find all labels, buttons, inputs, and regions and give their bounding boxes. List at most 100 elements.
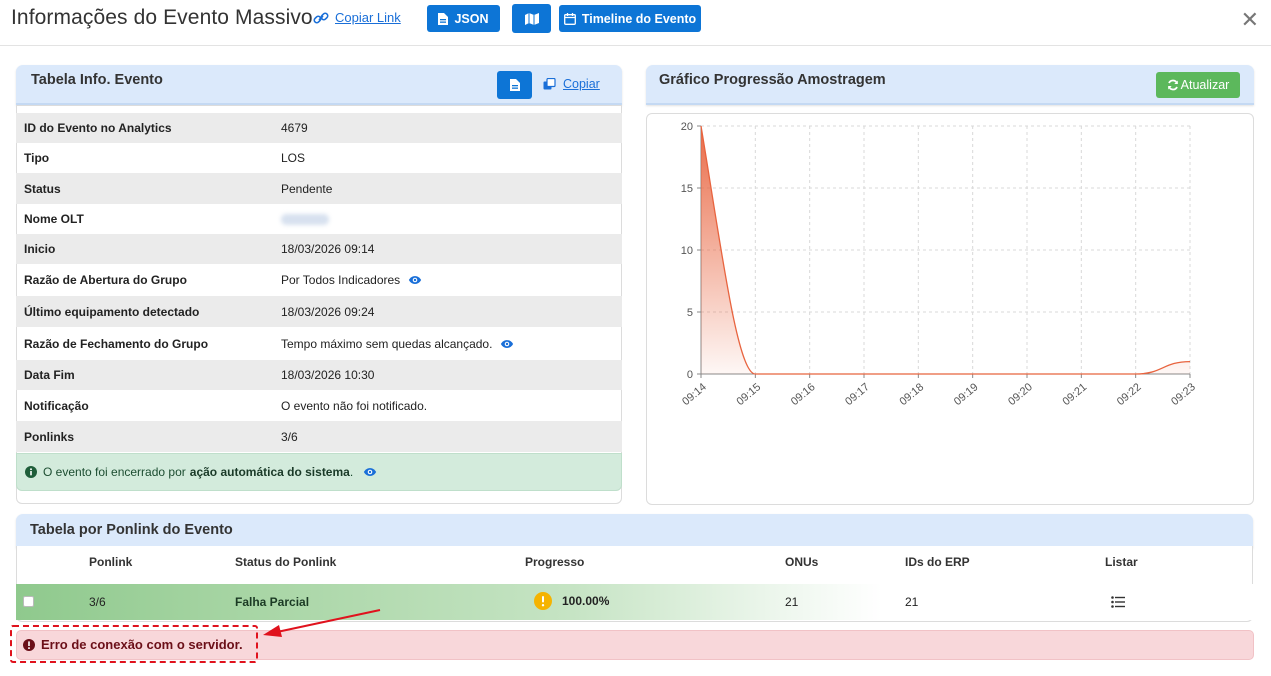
chart-container: 0 5 10 15 20 09:14 09:15 09:16 09:17 09:18 09:19 09… [646,113,1254,505]
copy-table-label: Copiar [563,77,600,91]
y-tick-label: 20 [681,121,693,133]
row-value: 3/6 [281,429,298,444]
refresh-button[interactable]: Atualizar [1156,72,1240,98]
copy-table-button[interactable]: Copiar [543,77,600,91]
row-label: Nome OLT [24,212,84,226]
x-tick-label: 09:22 [1115,381,1144,408]
table-row: Data Fim 18/03/2026 10:30 [16,360,622,390]
x-tick-label: 09:20 [1006,381,1035,408]
table-row: Tipo LOS [16,143,622,173]
column-header-erp-ids[interactable]: IDs do ERP [905,555,970,581]
column-header-onus[interactable]: ONUs [785,555,818,581]
x-tick-label: 09:19 [952,381,981,408]
info-panel-title: Tabela Info. Evento [31,72,163,88]
eye-icon[interactable] [363,465,377,479]
eye-icon[interactable] [500,337,514,351]
progress-chart: 0 5 10 15 20 09:14 09:15 09:16 09:17 09:18 09:19 09… [680,121,1198,408]
ponlink-value: 3/6 [89,595,106,609]
table-row: Nome OLT [16,204,622,234]
export-file-button[interactable] [497,71,532,99]
row-label: Último equipamento detectado [24,304,200,319]
table-row: Último equipamento detectado 18/03/2026 … [16,296,622,327]
table-row: 3/6 Falha Parcial 100.00% 21 21 [16,584,1253,620]
y-tick-label: 5 [687,307,693,319]
row-label: Status [24,181,61,196]
onus-value: 21 [785,595,799,609]
calendar-icon [563,12,576,25]
x-tick-label: 09:14 [680,381,709,408]
page-title: Informações do Evento Massivo [11,6,313,29]
refresh-icon [1167,79,1178,91]
row-value: Por Todos Indicadores [281,273,401,287]
timeline-button[interactable]: Timeline do Evento [559,5,701,32]
chart-panel-title: Gráfico Progressão Amostragem [659,72,886,88]
eye-icon[interactable] [408,273,422,287]
x-tick-label: 09:18 [897,381,926,408]
column-header-progress[interactable]: Progresso [525,555,584,581]
map-button[interactable] [512,4,551,33]
copy-icon [543,77,556,89]
table-row: Status Pendente [16,173,622,204]
x-tick-label: 09:17 [843,381,872,408]
ponlink-panel-title: Tabela por Ponlink do Evento [30,522,233,538]
progress-cell: 100.00% [534,592,609,610]
x-tick-label: 09:15 [734,381,763,408]
ponlink-panel-header: Tabela por Ponlink do Evento [16,514,1253,548]
x-tick-label: 09:16 [789,381,818,408]
close-icon[interactable]: ✕ [1241,9,1259,31]
alert-text-suffix: . [349,465,354,479]
file-icon [509,79,520,91]
table-row: Razão de Fechamento do Grupo Tempo máxim… [16,327,622,360]
refresh-label: Atualizar [1180,78,1230,92]
json-button-label: JSON [454,11,489,26]
row-label: Razão de Fechamento do Grupo [24,336,209,351]
annotation-arrow [263,609,381,637]
alert-text-prefix: O evento foi encerrado por [43,465,186,479]
error-icon [23,638,35,651]
column-header-list[interactable]: Listar [1105,555,1138,581]
row-value: 18/03/2026 09:24 [281,304,375,319]
x-tick-label: 09:23 [1169,381,1198,408]
column-header-status[interactable]: Status do Ponlink [235,555,336,581]
row-label: Notificação [24,398,89,413]
row-label: Tipo [24,151,50,165]
column-header-ponlink[interactable]: Ponlink [89,555,132,581]
row-label: Ponlinks [24,429,75,444]
row-value: Tempo máximo sem quedas alcançado. [281,336,493,351]
row-checkbox[interactable] [23,596,34,607]
table-row: ID do Evento no Analytics 4679 [16,113,622,143]
list-icon[interactable] [1111,596,1125,608]
copy-link-button[interactable]: Copiar Link [313,10,401,25]
success-alert: O evento foi encerrado por ação automáti… [16,453,622,491]
map-icon [524,12,539,25]
y-tick-label: 10 [681,245,693,257]
modal-header: Informações do Evento Massivo Copiar Lin… [0,0,1271,46]
row-label: Data Fim [24,368,75,382]
row-value: LOS [281,151,306,165]
row-value: O evento não foi notificado. [281,398,428,413]
row-value: 4679 [281,121,308,135]
json-button[interactable]: JSON [427,5,500,32]
redacted-value [281,213,329,225]
y-tick-label: 15 [681,183,693,195]
link-icon [313,11,329,24]
row-value: 18/03/2026 10:30 [281,368,375,382]
file-icon [438,12,449,25]
info-table: ID do Evento no Analytics 4679 Tipo LOS … [16,113,622,452]
copy-link-label: Copiar Link [335,10,401,25]
row-label: ID do Evento no Analytics [24,121,172,135]
row-value: Pendente [281,181,333,196]
row-label: Inicio [24,242,56,256]
warning-icon [534,592,552,610]
timeline-button-label: Timeline do Evento [581,11,697,26]
progress-value: 100.00% [562,594,610,608]
row-value: 18/03/2026 09:14 [281,242,375,256]
table-row: Notificação O evento não foi notificado. [16,390,622,421]
y-tick-label: 0 [687,369,693,381]
error-message: Erro de conexão com o servidor. [23,637,243,652]
x-tick-label: 09:21 [1060,381,1089,408]
erp-ids-value: 21 [905,595,919,609]
info-icon [25,466,37,478]
table-row: Razão de Abertura do Grupo Por Todos Ind… [16,264,622,296]
table-row: Ponlinks 3/6 [16,421,622,452]
